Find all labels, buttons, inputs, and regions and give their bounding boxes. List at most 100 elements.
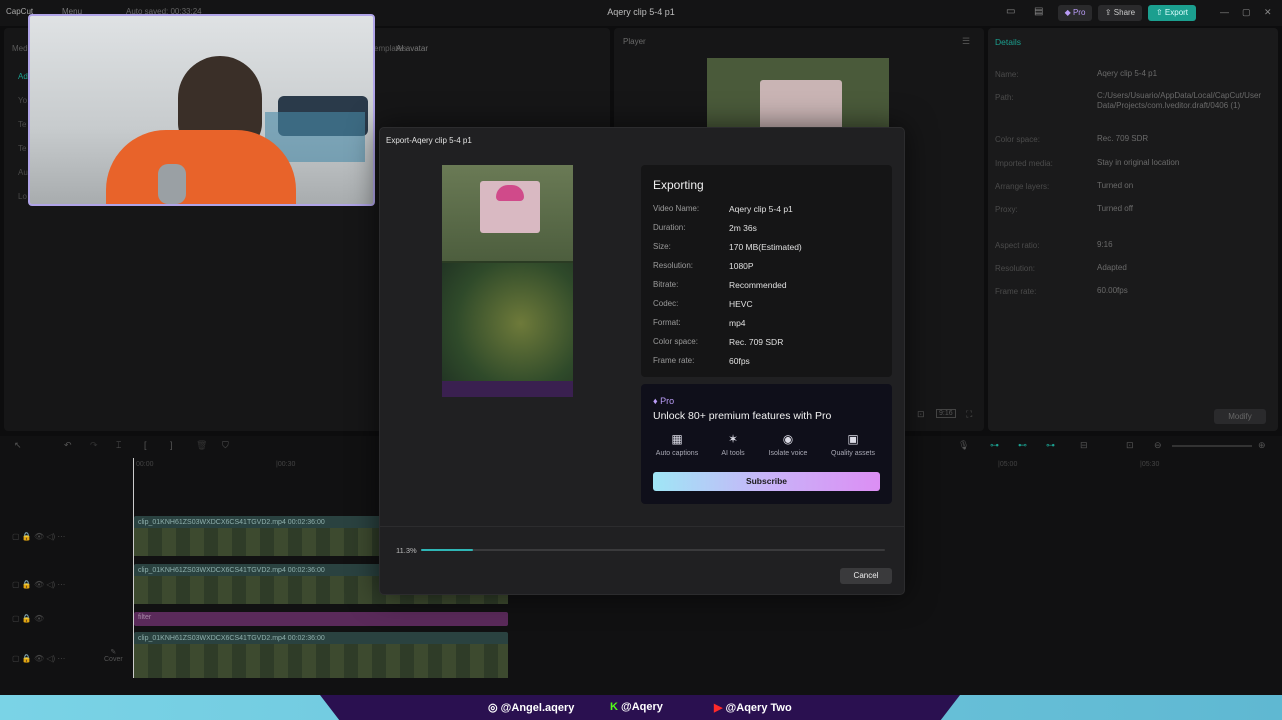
share-button[interactable]: ⇪ Share [1098,5,1142,21]
details-header: Details [995,37,1021,47]
link-icon[interactable]: ⊶ [990,440,999,451]
details-label-aspect: Aspect ratio: [995,241,1040,250]
export-button[interactable]: ⇧ Export [1148,5,1196,21]
exporting-heading: Exporting [653,178,704,192]
feature-ai-tools[interactable]: ✶ AI tools [703,432,763,457]
menu-lines-icon[interactable]: ☰ [962,36,970,47]
shield-icon[interactable]: ⛉ [222,440,229,451]
image-icon: ▣ [847,432,859,446]
clip-1-name: clip_01KNH61ZS03WXDCX6CS41TGVD2.mp4 00:0… [138,519,325,526]
cover-button[interactable]: ✎ Cover [104,648,123,663]
undo-icon[interactable]: ↶ [64,440,72,451]
sidebar-item-1[interactable]: Yo [18,96,27,105]
info-value-format: mp4 [729,318,746,328]
webcam-microphone [158,164,186,204]
pro-headline: Unlock 80+ premium features with Pro [653,410,832,422]
filter-clip[interactable]: filter [134,612,508,626]
zoom-out-icon[interactable]: ⊖ [1154,440,1162,451]
progress-track [421,549,885,551]
export-dialog-title: Export-Aqery clip 5-4 p1 [386,136,472,145]
trim-right-icon[interactable]: ] [170,440,173,450]
youtube-icon: ▶ [714,702,723,714]
details-label-imported: Imported media: [995,159,1053,168]
preview-axis-icon[interactable]: ⊶ [1046,440,1055,451]
clip-3-name: clip_01KNH61ZS03WXDCX6CS41TGVD2.mp4 00:0… [138,635,325,642]
select-tool-icon[interactable]: ↖ [14,440,22,451]
details-label-layers: Arrange layers: [995,182,1050,191]
details-value-colorspace: Rec. 709 SDR [1097,134,1149,143]
zoom-fit-icon[interactable]: ⊡ [1126,440,1134,451]
instagram-handle: ◎ @Angel.aqery [488,701,574,714]
export-button-label: Export [1164,8,1189,17]
feature-auto-captions-label: Auto captions [655,450,699,457]
track-1-controls[interactable]: ▢ 🔒 👁 ◁) ⋯ [12,532,65,541]
details-label-framerate: Frame rate: [995,287,1037,296]
trim-left-icon[interactable]: [ [144,440,147,450]
cancel-button[interactable]: Cancel [840,568,892,584]
feature-auto-captions[interactable]: ▦ Auto captions [647,432,707,457]
subscribe-button[interactable]: Subscribe [653,472,880,491]
feature-isolate-voice[interactable]: ◉ Isolate voice [758,432,818,457]
mic-icon[interactable]: 🎙 [958,440,969,451]
layout-icon[interactable]: ▭ [1006,6,1015,17]
progress-fill [421,549,474,551]
tab-ai-avatar[interactable]: AI avatar [396,44,428,53]
redo-icon[interactable]: ↷ [90,440,98,451]
info-value-bitrate: Recommended [729,280,787,290]
caption-icon[interactable]: ⊟ [1080,440,1088,451]
video-clip-3[interactable]: clip_01KNH61ZS03WXDCX6CS41TGVD2.mp4 00:0… [134,632,508,678]
grid-icon: ▦ [671,432,683,446]
split-icon[interactable]: ⌶ [116,440,121,451]
details-value-framerate: 60.00fps [1097,286,1128,295]
export-info-card: Exporting Video Name: Aqery clip 5-4 p1 … [641,165,892,377]
kick-icon: K [610,701,618,713]
thumbnail-hud [442,381,573,397]
delete-icon[interactable]: 🗑 [196,440,207,451]
pro-button[interactable]: ◆ Pro [1058,5,1092,21]
sidebar-item-3[interactable]: Te [18,144,26,153]
track-3-controls[interactable]: ▢ 🔒 👁 [12,614,44,623]
sidebar-item-4[interactable]: Au [18,168,28,177]
minimize-icon[interactable]: — [1220,7,1229,17]
cover-label: Cover [104,656,123,663]
clip-1-filename: clip_01KNH61ZS03WXDCX6CS41TGVD2.mp4 [138,519,286,526]
youtube-text: @Aqery Two [725,702,792,714]
fit-icon[interactable]: ⊡ [917,409,925,420]
clip-3-duration: 00:02:36:00 [287,635,325,642]
time-2: |05:00 [998,461,1018,468]
kick-handle: K @Aqery [610,701,663,713]
feature-quality-assets[interactable]: ▣ Quality assets [823,432,883,457]
diamond-icon: ♦ [653,396,658,406]
info-label-format: Format: [653,318,681,327]
feature-isolate-voice-label: Isolate voice [768,450,808,457]
snap-icon[interactable]: ⊷ [1018,440,1027,451]
thumbnail-headphones [496,185,524,201]
info-label-codec: Codec: [653,299,679,308]
dialog-divider [380,526,904,527]
stream-banner: ◎ @Angel.aqery K @Aqery ▶ @Aqery Two [0,695,1282,720]
info-value-codec: HEVC [729,299,753,309]
close-icon[interactable]: ✕ [1264,7,1272,18]
fullscreen-icon[interactable]: ⛶ [966,409,972,420]
zoom-slider[interactable] [1172,445,1252,447]
sidebar-item-0[interactable]: Ad [18,72,28,81]
modify-button[interactable]: Modify [1214,409,1266,424]
clip-2-duration: 00:02:36:00 [287,567,325,574]
share-button-label: Share [1113,8,1136,17]
details-value-name: Aqery clip 5-4 p1 [1097,69,1158,78]
clip-3-filename: clip_01KNH61ZS03WXDCX6CS41TGVD2.mp4 [138,635,286,642]
progress-percent: 11.3% [396,546,417,555]
sidebar-item-5[interactable]: Lo [18,192,27,201]
track-4-controls[interactable]: ▢ 🔒 👁 ◁) ⋯ [12,654,65,663]
webcam-overlay [28,14,375,206]
track-2-controls[interactable]: ▢ 🔒 👁 ◁) ⋯ [12,580,65,589]
shortcut-icon[interactable]: ▤ [1034,6,1043,17]
maximize-icon[interactable]: ▢ [1242,7,1251,18]
sidebar-item-2[interactable]: Te [18,120,26,129]
ratio-icon[interactable]: 9:16 [936,409,956,418]
details-label-name: Name: [995,70,1019,79]
zoom-in-icon[interactable]: ⊕ [1258,440,1266,451]
voice-icon: ◉ [782,432,794,446]
details-value-resolution: Adapted [1097,263,1127,272]
clip-3-filmstrip [134,644,508,678]
